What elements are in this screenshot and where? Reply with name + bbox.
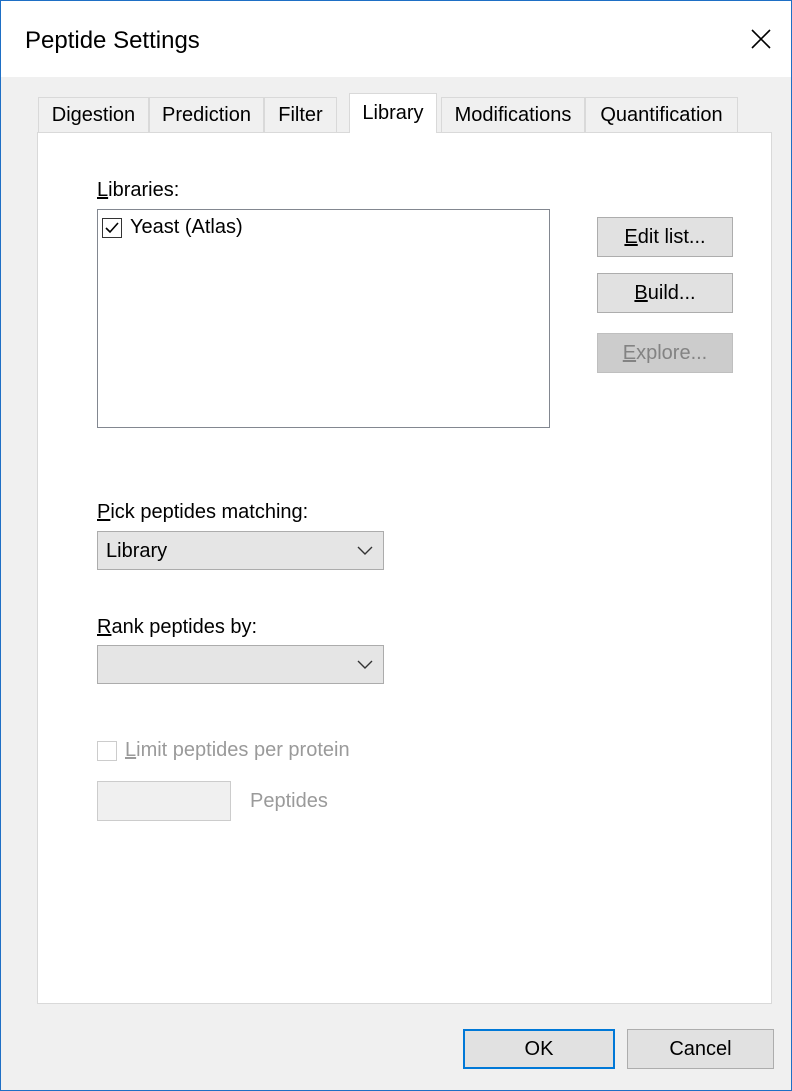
checkmark-icon: [105, 221, 119, 233]
tab-label: Library: [362, 102, 424, 124]
ok-button[interactable]: OK: [463, 1029, 615, 1069]
tab-label: Filter: [278, 103, 323, 126]
library-checkbox[interactable]: [102, 217, 122, 238]
limit-peptides-checkbox[interactable]: [97, 740, 117, 761]
cancel-button[interactable]: Cancel: [627, 1029, 774, 1069]
pick-peptides-value: Library: [106, 540, 168, 562]
build-button[interactable]: Build...: [597, 273, 733, 313]
chevron-down-icon: [357, 660, 373, 669]
tab-prediction[interactable]: Prediction: [149, 97, 264, 132]
rank-peptides-label: Rank peptides by:: [97, 616, 258, 638]
tab-quantification[interactable]: Quantification: [585, 97, 738, 132]
peptides-count-input[interactable]: [97, 781, 231, 821]
rank-peptides-dropdown[interactable]: [97, 645, 384, 684]
tab-filter[interactable]: Filter: [264, 97, 337, 132]
ok-label: OK: [524, 1037, 554, 1060]
peptide-settings-dialog: Peptide Settings Digestion Prediction Fi…: [0, 0, 792, 1091]
close-icon: [751, 29, 771, 49]
tab-label: Modifications: [454, 103, 572, 126]
limit-peptides-row: Limit peptides per protein: [97, 739, 350, 762]
list-item[interactable]: Yeast (Atlas): [102, 216, 243, 239]
close-button[interactable]: [741, 19, 781, 59]
tab-label: Quantification: [600, 103, 723, 126]
pick-peptides-label: Pick peptides matching:: [97, 501, 309, 523]
libraries-list[interactable]: Yeast (Atlas): [97, 209, 550, 428]
cancel-label: Cancel: [669, 1037, 732, 1060]
title-bar: Peptide Settings: [1, 1, 791, 77]
tab-modifications[interactable]: Modifications: [441, 97, 585, 132]
limit-peptides-label: Limit peptides per protein: [125, 739, 350, 761]
tab-label: Prediction: [162, 103, 251, 126]
libraries-label: Libraries:: [97, 179, 180, 201]
library-name: Yeast (Atlas): [130, 216, 243, 238]
tab-digestion[interactable]: Digestion: [38, 97, 149, 132]
edit-list-button[interactable]: Edit list...: [597, 217, 733, 257]
explore-button[interactable]: Explore...: [597, 333, 733, 373]
window-title: Peptide Settings: [25, 27, 200, 54]
tab-library[interactable]: Library: [349, 93, 437, 133]
pick-peptides-dropdown[interactable]: Library: [97, 531, 384, 570]
peptides-unit-label: Peptides: [250, 790, 328, 812]
chevron-down-icon: [357, 546, 373, 555]
tab-label: Digestion: [51, 103, 136, 126]
